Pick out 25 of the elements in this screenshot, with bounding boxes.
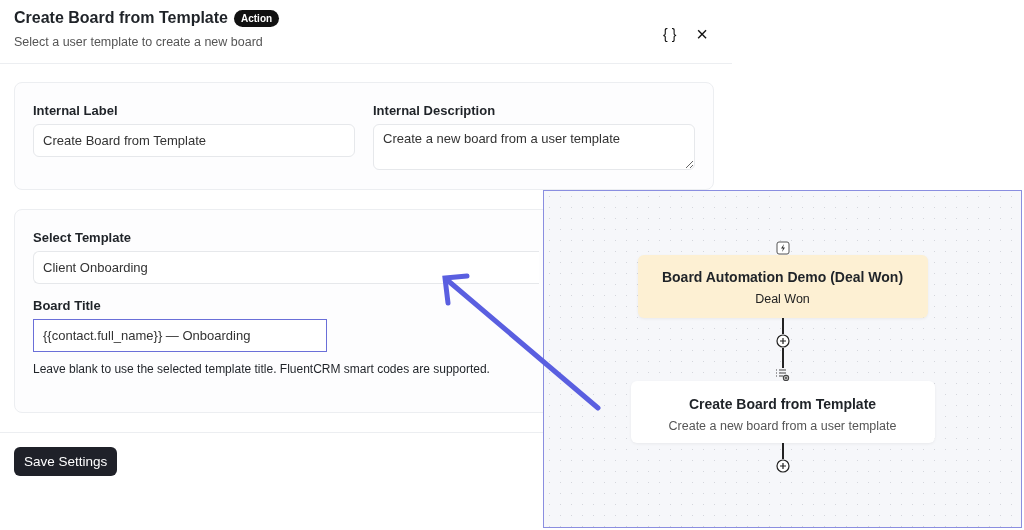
node-subtitle: Create a new board from a user template bbox=[667, 419, 898, 433]
trigger-node[interactable]: Board Automation Demo (Deal Won) Deal Won bbox=[637, 255, 928, 318]
dialog-subtitle: Select a user template to create a new board bbox=[14, 35, 264, 49]
code-button[interactable]: { } bbox=[661, 26, 679, 42]
save-button[interactable]: Save Settings bbox=[14, 447, 118, 476]
help-text: Leave blank to use the selected template title. FluentCRM smart codes are supported. bbox=[33, 362, 491, 376]
field-label: Internal Label bbox=[33, 103, 119, 118]
text-field[interactable]: Client Onboarding bbox=[33, 251, 539, 284]
board-title-field[interactable]: {{contact.full_name}} — Onboarding bbox=[33, 319, 327, 352]
description-field[interactable]: Create a new board from a user template bbox=[373, 124, 695, 170]
node-subtitle: Deal Won bbox=[754, 292, 811, 306]
field-label: Select Template bbox=[33, 230, 133, 245]
text-field[interactable]: Create Board from Template bbox=[33, 124, 355, 157]
field-label: Internal Description bbox=[373, 103, 497, 118]
close-button[interactable]: × bbox=[694, 25, 710, 43]
dialog-title: Create Board from Template bbox=[14, 9, 228, 27]
node-title: Board Automation Demo (Deal Won) bbox=[660, 269, 905, 285]
field-label: Board Title bbox=[33, 298, 102, 313]
lightning-icon bbox=[775, 241, 790, 255]
node-title: Create Board from Template bbox=[687, 396, 878, 412]
add-step-icon[interactable] bbox=[775, 459, 790, 473]
action-node[interactable]: Create Board from Template Create a new board from a user template bbox=[630, 381, 935, 443]
list-plus-icon bbox=[775, 368, 790, 381]
action-badge: Action bbox=[234, 9, 280, 27]
add-step-icon[interactable] bbox=[775, 334, 790, 348]
